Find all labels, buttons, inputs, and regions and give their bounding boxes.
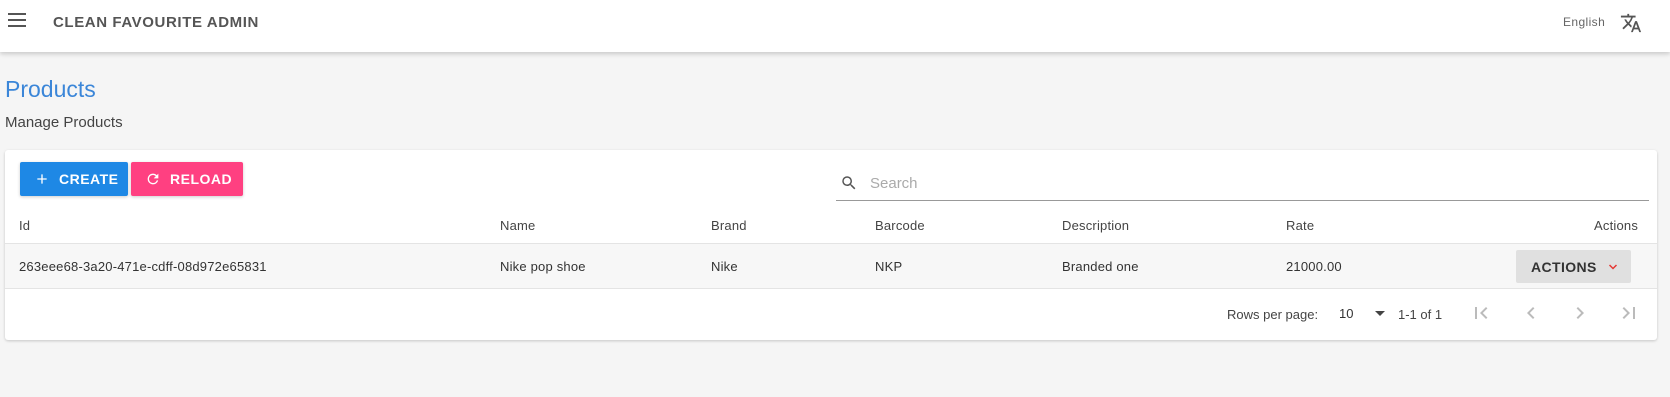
plus-icon [37,174,47,184]
search-field[interactable] [836,168,1649,201]
column-header-rate[interactable]: Rate [1286,218,1314,233]
row-actions-button[interactable]: ACTIONS [1516,250,1631,283]
app-title: CLEAN FAVOURITE ADMIN [53,14,259,31]
create-label: CREATE [59,171,119,187]
chevron-left-icon[interactable] [1519,301,1543,325]
column-header-id[interactable]: Id [19,218,30,233]
translate-icon[interactable] [1620,12,1642,34]
first-page-icon[interactable] [1469,301,1493,325]
cell-id: 263eee68-3a20-471e-cdff-08d972e65831 [19,259,267,274]
dropdown-caret-icon [1375,311,1385,316]
rows-per-page-value: 10 [1339,306,1354,321]
app-bar: CLEAN FAVOURITE ADMIN English [0,0,1670,52]
search-icon [842,176,856,190]
column-header-actions: Actions [1594,218,1639,233]
menu-icon[interactable] [6,10,26,28]
chevron-right-icon[interactable] [1568,301,1592,325]
column-header-barcode[interactable]: Barcode [875,218,925,233]
column-header-brand[interactable]: Brand [711,218,747,233]
cell-name: Nike pop shoe [500,259,586,274]
row-actions-label: ACTIONS [1531,258,1597,275]
reload-label: RELOAD [170,171,233,187]
create-button[interactable]: CREATE [20,162,128,196]
cell-brand: Nike [711,259,738,274]
page-subtitle: Manage Products [5,114,123,131]
reload-button[interactable]: RELOAD [131,162,243,196]
search-input[interactable] [870,172,1630,194]
page-title: Products [5,76,96,102]
chevron-down-icon [1608,264,1618,270]
rows-per-page-label: Rows per page: [1227,307,1319,322]
last-page-icon[interactable] [1617,301,1641,325]
language-label[interactable]: English [1563,15,1605,29]
cell-description: Branded one [1062,259,1139,274]
cell-rate: 21000.00 [1286,259,1342,274]
table-pagination: Rows per page: 10 1-1 of 1 [5,289,1657,340]
rows-per-page-select[interactable]: 10 [1337,303,1389,325]
pagination-range: 1-1 of 1 [1398,307,1443,322]
column-header-description[interactable]: Description [1062,218,1129,233]
products-card: CREATE RELOAD Id Name Brand Barcode Desc… [5,150,1657,340]
column-header-name[interactable]: Name [500,218,535,233]
refresh-icon [147,173,159,185]
cell-barcode: NKP [875,259,903,274]
table-row[interactable]: 263eee68-3a20-471e-cdff-08d972e65831 Nik… [5,244,1657,289]
